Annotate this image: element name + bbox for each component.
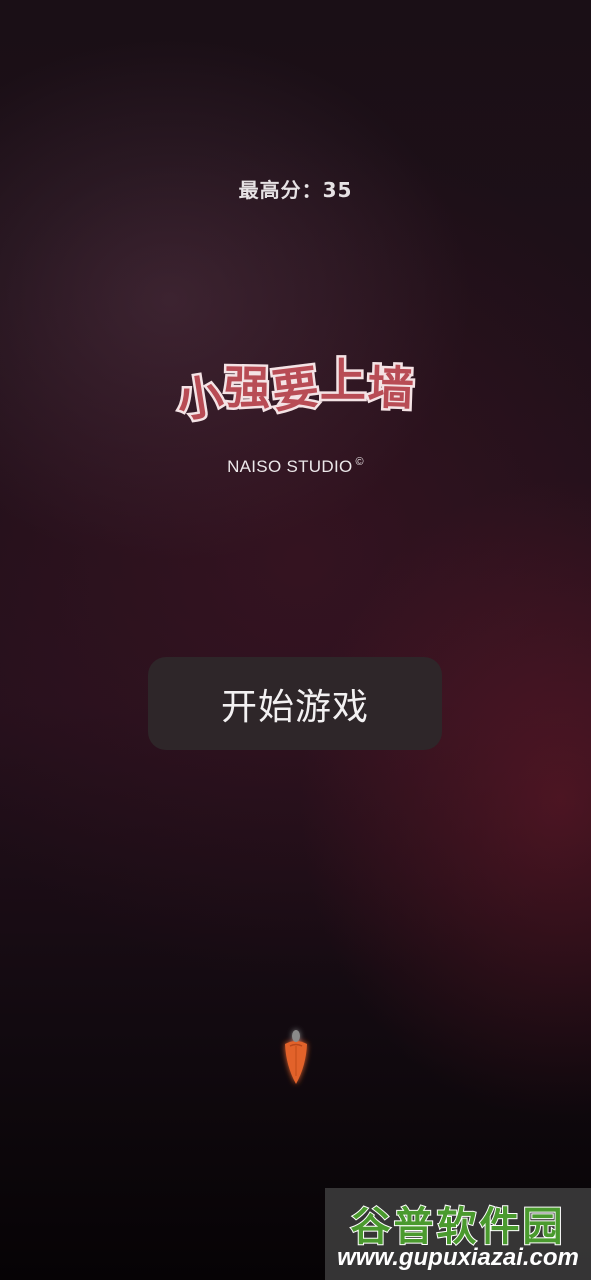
carrot-icon [276,1024,316,1090]
copyright-icon: © [355,456,364,468]
game-logo: 小强要上墙 [150,351,442,431]
watermark: 谷普软件园 www.gupuxiazai.com [325,1188,591,1280]
studio-name: NAISO STUDIO [227,457,353,476]
studio-credit: NAISO STUDIO © [0,456,591,477]
game-title: 小强要上墙 [148,344,443,431]
game-title-char: 小 [171,365,232,431]
game-title-char: 上 [317,351,370,410]
game-start-screen: 最高分：35 小强要上墙 NAISO STUDIO © 开始游戏 谷普软件园 w… [0,0,591,1280]
high-score-label: 最高分： [238,178,323,202]
game-title-char: 要 [267,357,326,421]
high-score-value: 35 [322,178,353,202]
game-title-char: 墙 [364,358,419,419]
watermark-url: www.gupuxiazai.com [337,1244,579,1271]
start-game-button[interactable]: 开始游戏 [148,657,442,750]
game-title-char: 强 [221,358,275,418]
high-score: 最高分：35 [0,174,591,203]
